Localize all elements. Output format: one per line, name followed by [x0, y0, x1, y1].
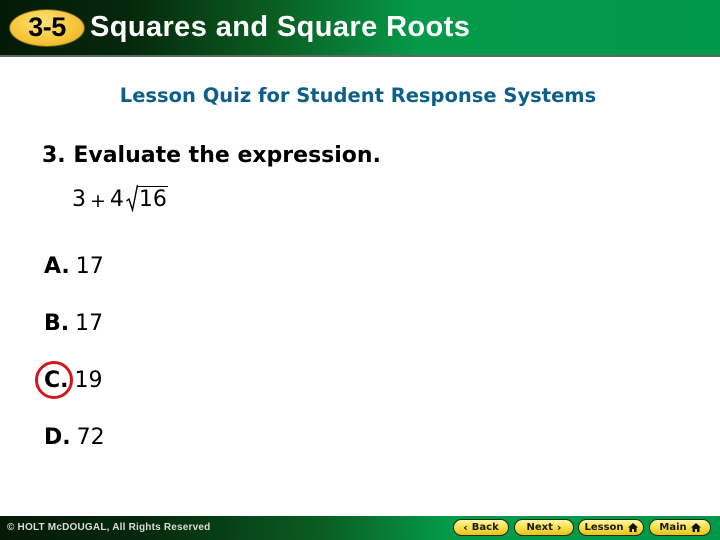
home-icon: [690, 523, 701, 532]
lesson-button[interactable]: Lesson: [578, 519, 644, 536]
footer-bar: © HOLT McDOUGAL, All Rights Reserved ‹ B…: [0, 516, 720, 540]
main-button[interactable]: Main: [649, 519, 711, 536]
option-value: 19: [74, 368, 103, 393]
answer-option-a[interactable]: A. 17: [44, 254, 104, 279]
option-letter: D.: [44, 425, 71, 450]
header-bar: 3-5 Squares and Square Roots: [0, 0, 720, 57]
main-label: Main: [659, 522, 687, 533]
back-button[interactable]: ‹ Back: [453, 519, 509, 536]
lesson-label: Lesson: [584, 522, 624, 533]
home-icon: [627, 523, 638, 532]
math-expression: 3 + 4 16: [72, 182, 168, 212]
radical-sign-icon: [125, 184, 138, 212]
next-label: Next: [526, 522, 553, 533]
square-root: 16: [125, 184, 168, 212]
answer-option-b[interactable]: B. 17: [44, 311, 103, 336]
lesson-number-badge: 3-5: [9, 9, 85, 47]
back-label: Back: [471, 522, 499, 533]
chevron-right-icon: ›: [556, 521, 562, 534]
quiz-subtitle-text: Lesson Quiz for Student Response Systems: [119, 84, 597, 107]
expression-operator: +: [90, 190, 106, 212]
option-value: 17: [75, 254, 104, 279]
chevron-left-icon: ‹: [463, 521, 468, 534]
option-value: 17: [75, 311, 104, 336]
option-letter: A.: [44, 254, 70, 279]
option-letter: B.: [44, 311, 70, 336]
selected-answer-circle: [35, 361, 73, 399]
copyright-text: © HOLT McDOUGAL, All Rights Reserved: [7, 522, 211, 533]
expression-term: 3: [72, 187, 86, 212]
next-button[interactable]: Next ›: [514, 519, 574, 536]
question-prompt: 3. Evaluate the expression.: [42, 143, 381, 168]
expression-radicand: 16: [137, 186, 168, 212]
quiz-subtitle: Lesson Quiz for Student Response Systems: [0, 84, 720, 107]
lesson-title: Squares and Square Roots: [90, 11, 471, 43]
option-value: 72: [76, 425, 105, 450]
lesson-number: 3-5: [28, 11, 66, 42]
expression-coefficient: 4: [109, 187, 124, 212]
answer-option-d[interactable]: D. 72: [44, 425, 105, 450]
